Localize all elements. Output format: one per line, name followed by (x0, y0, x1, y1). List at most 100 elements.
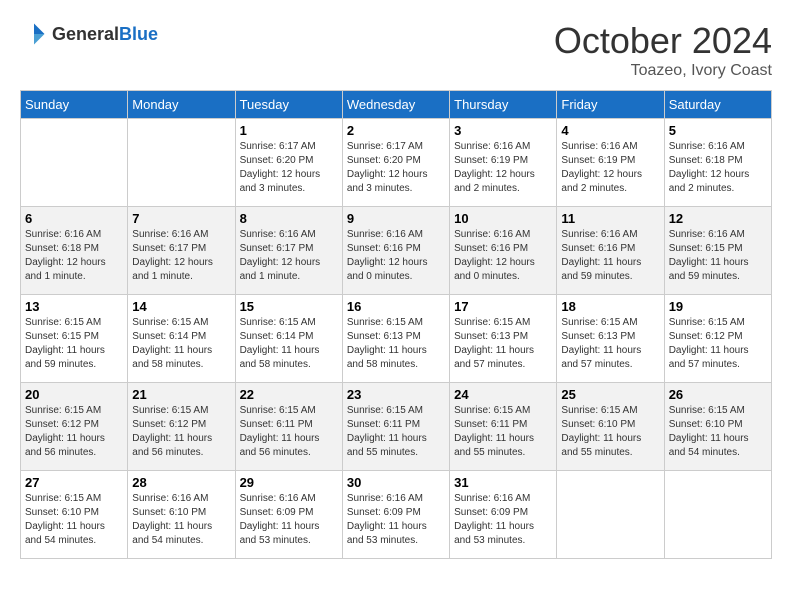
day-info: Sunrise: 6:15 AM Sunset: 6:14 PM Dayligh… (240, 316, 338, 372)
calendar-table: Sunday Monday Tuesday Wednesday Thursday… (20, 90, 772, 559)
month-title: October 2024 (554, 20, 772, 62)
location-subtitle: Toazeo, Ivory Coast (554, 62, 772, 80)
header-sunday: Sunday (21, 91, 128, 119)
day-number: 15 (240, 299, 338, 314)
header-friday: Friday (557, 91, 664, 119)
day-number: 5 (669, 123, 767, 138)
day-info: Sunrise: 6:16 AM Sunset: 6:09 PM Dayligh… (454, 492, 552, 548)
calendar-cell-w5-d3: 29 Sunrise: 6:16 AM Sunset: 6:09 PM Dayli… (235, 471, 342, 559)
calendar-cell-w3-d3: 15 Sunrise: 6:15 AM Sunset: 6:14 PM Dayli… (235, 295, 342, 383)
day-number: 8 (240, 211, 338, 226)
calendar-week-2: 6Sunrise: 6:16 AM Sunset: 6:18 PM Daylig… (21, 207, 772, 295)
logo-general: General (52, 24, 119, 44)
calendar-cell-w1-d4: 2 Sunrise: 6:17 AM Sunset: 6:20 PM Daylig… (342, 119, 449, 207)
calendar-cell-w5-d4: 30 Sunrise: 6:16 AM Sunset: 6:09 PM Dayli… (342, 471, 449, 559)
day-number: 11 (561, 211, 659, 226)
day-number: 7 (132, 211, 230, 226)
day-number: 23 (347, 387, 445, 402)
day-number: 24 (454, 387, 552, 402)
day-info: Sunrise: 6:15 AM Sunset: 6:11 PM Dayligh… (240, 404, 338, 460)
header-wednesday: Wednesday (342, 91, 449, 119)
day-info: Sunrise: 6:15 AM Sunset: 6:10 PM Dayligh… (25, 492, 123, 548)
calendar-cell-w4-d5: 24Sunrise: 6:15 AM Sunset: 6:11 PM Dayli… (450, 383, 557, 471)
calendar-cell-w3-d7: 19 Sunrise: 6:15 AM Sunset: 6:12 PM Dayli… (664, 295, 771, 383)
day-info: Sunrise: 6:15 AM Sunset: 6:13 PM Dayligh… (561, 316, 659, 372)
calendar-week-4: 20 Sunrise: 6:15 AM Sunset: 6:12 PM Dayli… (21, 383, 772, 471)
day-number: 22 (240, 387, 338, 402)
day-info: Sunrise: 6:15 AM Sunset: 6:12 PM Dayligh… (132, 404, 230, 460)
calendar-cell-w1-d2 (128, 119, 235, 207)
calendar-cell-w4-d3: 22 Sunrise: 6:15 AM Sunset: 6:11 PM Dayli… (235, 383, 342, 471)
calendar-cell-w3-d2: 14 Sunrise: 6:15 AM Sunset: 6:14 PM Dayli… (128, 295, 235, 383)
calendar-cell-w3-d6: 18Sunrise: 6:15 AM Sunset: 6:13 PM Dayli… (557, 295, 664, 383)
day-number: 25 (561, 387, 659, 402)
calendar-cell-w1-d5: 3Sunrise: 6:16 AM Sunset: 6:19 PM Daylig… (450, 119, 557, 207)
calendar-week-1: 1 Sunrise: 6:17 AM Sunset: 6:20 PM Daylig… (21, 119, 772, 207)
calendar-cell-w1-d6: 4Sunrise: 6:16 AM Sunset: 6:19 PM Daylig… (557, 119, 664, 207)
day-info: Sunrise: 6:15 AM Sunset: 6:13 PM Dayligh… (347, 316, 445, 372)
day-number: 29 (240, 475, 338, 490)
calendar-cell-w5-d1: 27 Sunrise: 6:15 AM Sunset: 6:10 PM Dayli… (21, 471, 128, 559)
calendar-cell-w5-d5: 31 Sunrise: 6:16 AM Sunset: 6:09 PM Dayli… (450, 471, 557, 559)
header-thursday: Thursday (450, 91, 557, 119)
day-number: 16 (347, 299, 445, 314)
day-number: 9 (347, 211, 445, 226)
day-info: Sunrise: 6:16 AM Sunset: 6:16 PM Dayligh… (561, 228, 659, 284)
calendar-cell-w2-d4: 9 Sunrise: 6:16 AM Sunset: 6:16 PM Daylig… (342, 207, 449, 295)
header-monday: Monday (128, 91, 235, 119)
calendar-cell-w3-d1: 13Sunrise: 6:15 AM Sunset: 6:15 PM Dayli… (21, 295, 128, 383)
day-info: Sunrise: 6:16 AM Sunset: 6:16 PM Dayligh… (454, 228, 552, 284)
day-info: Sunrise: 6:16 AM Sunset: 6:17 PM Dayligh… (240, 228, 338, 284)
day-number: 10 (454, 211, 552, 226)
calendar-week-3: 13Sunrise: 6:15 AM Sunset: 6:15 PM Dayli… (21, 295, 772, 383)
logo: GeneralBlue (20, 20, 158, 48)
calendar-header-row: Sunday Monday Tuesday Wednesday Thursday… (21, 91, 772, 119)
day-number: 13 (25, 299, 123, 314)
day-info: Sunrise: 6:16 AM Sunset: 6:09 PM Dayligh… (347, 492, 445, 548)
day-info: Sunrise: 6:17 AM Sunset: 6:20 PM Dayligh… (240, 140, 338, 196)
day-info: Sunrise: 6:15 AM Sunset: 6:11 PM Dayligh… (347, 404, 445, 460)
calendar-cell-w4-d6: 25 Sunrise: 6:15 AM Sunset: 6:10 PM Dayli… (557, 383, 664, 471)
day-info: Sunrise: 6:16 AM Sunset: 6:17 PM Dayligh… (132, 228, 230, 284)
day-number: 17 (454, 299, 552, 314)
day-info: Sunrise: 6:15 AM Sunset: 6:13 PM Dayligh… (454, 316, 552, 372)
day-info: Sunrise: 6:15 AM Sunset: 6:12 PM Dayligh… (669, 316, 767, 372)
day-info: Sunrise: 6:15 AM Sunset: 6:12 PM Dayligh… (25, 404, 123, 460)
day-number: 20 (25, 387, 123, 402)
day-info: Sunrise: 6:16 AM Sunset: 6:10 PM Dayligh… (132, 492, 230, 548)
calendar-cell-w2-d1: 6Sunrise: 6:16 AM Sunset: 6:18 PM Daylig… (21, 207, 128, 295)
header-saturday: Saturday (664, 91, 771, 119)
day-info: Sunrise: 6:15 AM Sunset: 6:14 PM Dayligh… (132, 316, 230, 372)
calendar-cell-w3-d5: 17 Sunrise: 6:15 AM Sunset: 6:13 PM Dayli… (450, 295, 557, 383)
day-info: Sunrise: 6:16 AM Sunset: 6:09 PM Dayligh… (240, 492, 338, 548)
calendar-cell-w4-d1: 20 Sunrise: 6:15 AM Sunset: 6:12 PM Dayli… (21, 383, 128, 471)
logo-icon (20, 20, 48, 48)
calendar-cell-w2-d6: 11 Sunrise: 6:16 AM Sunset: 6:16 PM Dayli… (557, 207, 664, 295)
day-number: 6 (25, 211, 123, 226)
calendar-cell-w4-d7: 26Sunrise: 6:15 AM Sunset: 6:10 PM Dayli… (664, 383, 771, 471)
day-number: 27 (25, 475, 123, 490)
day-number: 28 (132, 475, 230, 490)
calendar-cell-w2-d5: 10 Sunrise: 6:16 AM Sunset: 6:16 PM Dayli… (450, 207, 557, 295)
day-number: 2 (347, 123, 445, 138)
calendar-cell-w5-d2: 28 Sunrise: 6:16 AM Sunset: 6:10 PM Dayli… (128, 471, 235, 559)
day-number: 31 (454, 475, 552, 490)
calendar-week-5: 27 Sunrise: 6:15 AM Sunset: 6:10 PM Dayli… (21, 471, 772, 559)
day-info: Sunrise: 6:16 AM Sunset: 6:16 PM Dayligh… (347, 228, 445, 284)
day-info: Sunrise: 6:17 AM Sunset: 6:20 PM Dayligh… (347, 140, 445, 196)
day-number: 19 (669, 299, 767, 314)
calendar-cell-w4-d4: 23 Sunrise: 6:15 AM Sunset: 6:11 PM Dayli… (342, 383, 449, 471)
day-info: Sunrise: 6:15 AM Sunset: 6:10 PM Dayligh… (561, 404, 659, 460)
day-number: 1 (240, 123, 338, 138)
page-header: GeneralBlue October 2024 Toazeo, Ivory C… (20, 20, 772, 80)
day-number: 14 (132, 299, 230, 314)
header-tuesday: Tuesday (235, 91, 342, 119)
day-info: Sunrise: 6:16 AM Sunset: 6:15 PM Dayligh… (669, 228, 767, 284)
logo-blue: Blue (119, 24, 158, 44)
title-block: October 2024 Toazeo, Ivory Coast (554, 20, 772, 80)
calendar-cell-w1-d1 (21, 119, 128, 207)
calendar-cell-w4-d2: 21Sunrise: 6:15 AM Sunset: 6:12 PM Dayli… (128, 383, 235, 471)
day-number: 30 (347, 475, 445, 490)
calendar-cell-w5-d7 (664, 471, 771, 559)
calendar-cell-w5-d6 (557, 471, 664, 559)
